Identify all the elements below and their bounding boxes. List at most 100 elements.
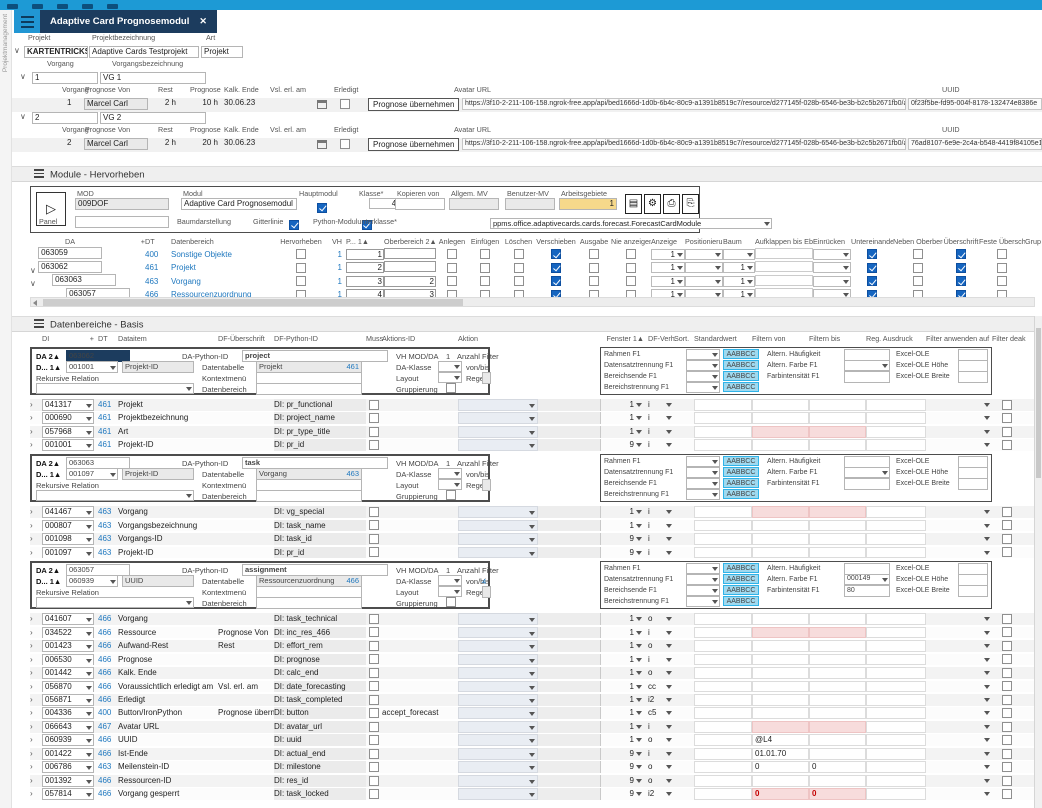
- filter-anwenden-select[interactable]: [926, 734, 992, 746]
- reg-ausdruck-field[interactable]: [866, 707, 926, 719]
- project-expander-icon[interactable]: ∨: [14, 46, 20, 55]
- excel-ole-breite-field[interactable]: [958, 478, 988, 490]
- aktions-id-value[interactable]: [382, 613, 458, 625]
- reg-ausdruck-field[interactable]: [866, 748, 926, 760]
- sort-cell[interactable]: [674, 506, 694, 518]
- di-field[interactable]: 006786: [42, 761, 94, 773]
- da-klasse-select[interactable]: [438, 468, 462, 479]
- standardwert-field[interactable]: [694, 721, 752, 733]
- filtern-von-field[interactable]: [752, 721, 809, 733]
- aktion-select[interactable]: [458, 654, 538, 666]
- altern-farbe-select[interactable]: 000149: [844, 574, 890, 585]
- filter-deak-checkbox[interactable]: [1002, 668, 1012, 678]
- datenbereich-field[interactable]: [256, 597, 362, 609]
- standardwert-field[interactable]: [694, 654, 752, 666]
- da-klasse-select[interactable]: [438, 361, 462, 372]
- df-verh-select[interactable]: i: [644, 506, 674, 518]
- muss-checkbox[interactable]: [369, 668, 379, 678]
- filtern-bis-field[interactable]: [809, 681, 866, 693]
- aktions-id-value[interactable]: [382, 748, 458, 760]
- reg-ausdruck-field[interactable]: [866, 547, 926, 559]
- reg-ausdruck-field[interactable]: [866, 694, 926, 706]
- fenster-select[interactable]: 9: [600, 748, 644, 760]
- datensatztrennung-select[interactable]: [686, 360, 720, 371]
- anlegen-checkbox[interactable]: [447, 263, 457, 273]
- h-oberbereich[interactable]: Oberbereich 2▲: [384, 237, 436, 246]
- aktion-select[interactable]: [458, 707, 538, 719]
- filter-deak-checkbox[interactable]: [1002, 789, 1012, 799]
- python-modulunterklasse-select[interactable]: ppms.office.adaptivecards.cards.forecast…: [490, 218, 772, 229]
- layout-select[interactable]: [438, 586, 462, 597]
- ueberschrift-checkbox[interactable]: [956, 249, 966, 259]
- filter-deak-checkbox[interactable]: [1002, 440, 1012, 450]
- aktions-id-value[interactable]: accept_forecast: [382, 707, 458, 719]
- task-id-field[interactable]: 2: [32, 112, 98, 124]
- di-field[interactable]: 006530: [42, 654, 94, 666]
- row-expander-icon[interactable]: ›: [30, 613, 42, 625]
- row-expander-icon[interactable]: ›: [30, 627, 42, 639]
- filter-anwenden-select[interactable]: [926, 694, 992, 706]
- modul-field[interactable]: Adaptive Card Prognosemodul: [181, 198, 297, 210]
- toolbar-icon[interactable]: [32, 4, 43, 9]
- muss-checkbox[interactable]: [369, 507, 379, 517]
- di-field[interactable]: 034522: [42, 627, 94, 639]
- filter-deak-checkbox[interactable]: [1002, 681, 1012, 691]
- filter-anwenden-select[interactable]: [926, 533, 992, 545]
- muss-checkbox[interactable]: [369, 722, 379, 732]
- bereichstrennung-color-field[interactable]: AABBCC: [723, 382, 759, 392]
- standardwert-field[interactable]: [694, 775, 752, 787]
- datensatztrennung-color-field[interactable]: AABBCC: [723, 360, 759, 370]
- positionierung-select[interactable]: [685, 276, 723, 287]
- project-name-field[interactable]: Adaptive Cards Testprojekt: [89, 46, 199, 58]
- toolbar-icon[interactable]: [107, 4, 118, 9]
- erledigt-checkbox[interactable]: [340, 139, 350, 149]
- muss-checkbox[interactable]: [369, 708, 379, 718]
- standardwert-field[interactable]: [694, 734, 752, 746]
- bereichsende-select[interactable]: [686, 371, 720, 382]
- row-expander-icon[interactable]: ›: [30, 654, 42, 666]
- row-expander-icon[interactable]: ›: [30, 640, 42, 652]
- datenbereich-field[interactable]: [256, 490, 362, 502]
- muss-checkbox[interactable]: [369, 789, 379, 799]
- fenster-select[interactable]: 1: [600, 627, 644, 639]
- filtern-bis-field[interactable]: [809, 627, 866, 639]
- anlegen-checkbox[interactable]: [447, 276, 457, 286]
- row-expander-icon[interactable]: ›: [30, 439, 42, 451]
- filter-deak-checkbox[interactable]: [1002, 627, 1012, 637]
- da-field[interactable]: 063063: [52, 274, 116, 286]
- altern-farbe-select[interactable]: [844, 360, 890, 371]
- module-section-header[interactable]: Module - Hervorheben: [12, 166, 1042, 182]
- filtern-bis-field[interactable]: 0: [809, 788, 866, 800]
- kopieren-von-field[interactable]: [395, 198, 445, 210]
- reg-ausdruck-field[interactable]: [866, 654, 926, 666]
- filtern-von-field[interactable]: @L4: [752, 734, 809, 746]
- datenbereich-link[interactable]: Projekt: [171, 263, 276, 272]
- gruppierung-checkbox[interactable]: [446, 383, 456, 393]
- filter-deak-checkbox[interactable]: [1002, 708, 1012, 718]
- aktion-select[interactable]: [458, 721, 538, 733]
- filtern-bis-field[interactable]: [809, 426, 866, 438]
- toolbar-icon[interactable]: [57, 4, 68, 9]
- prognose-uebernehmen-button[interactable]: Prognose übernehmen: [368, 98, 459, 111]
- anzeige-select[interactable]: 1: [651, 276, 685, 287]
- muss-checkbox[interactable]: [369, 614, 379, 624]
- filter-anwenden-select[interactable]: [926, 667, 992, 679]
- standardwert-field[interactable]: [694, 399, 752, 411]
- filter-anwenden-select[interactable]: [926, 547, 992, 559]
- standardwert-field[interactable]: [694, 761, 752, 773]
- filtern-von-field[interactable]: [752, 694, 809, 706]
- filter-deak-checkbox[interactable]: [1002, 547, 1012, 557]
- filtern-bis-field[interactable]: [809, 707, 866, 719]
- di-field[interactable]: 041467: [42, 506, 94, 518]
- h-plus[interactable]: +: [90, 334, 94, 343]
- reg-ausdruck-field[interactable]: [866, 506, 926, 518]
- rahmen-color-field[interactable]: AABBCC: [723, 349, 759, 359]
- aktion-select[interactable]: [458, 412, 538, 424]
- di-field[interactable]: 001098: [42, 533, 94, 545]
- anlegen-checkbox[interactable]: [447, 249, 457, 259]
- filtern-bis-field[interactable]: [809, 694, 866, 706]
- muss-checkbox[interactable]: [369, 440, 379, 450]
- gruppierung-checkbox[interactable]: [446, 490, 456, 500]
- fenster-select[interactable]: 9: [600, 533, 644, 545]
- bereichstrennung-color-field[interactable]: AABBCC: [723, 596, 759, 606]
